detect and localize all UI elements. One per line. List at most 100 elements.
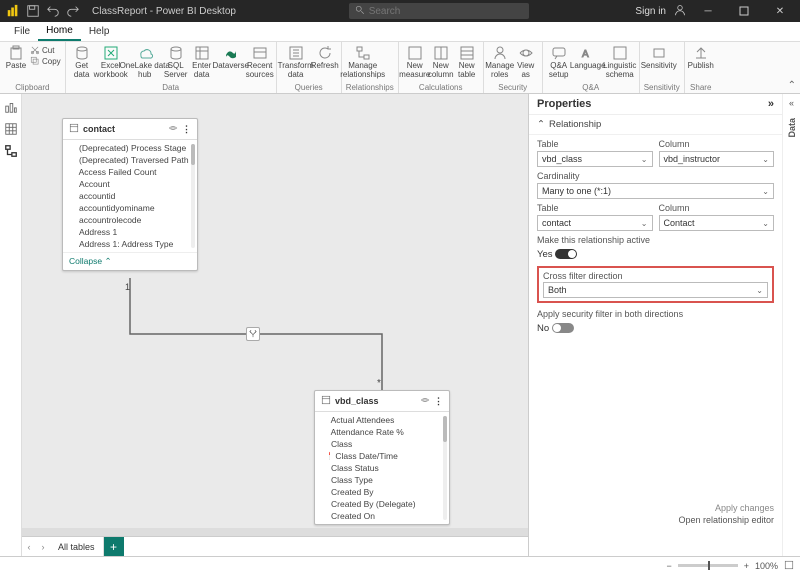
entity-vbd-class[interactable]: vbd_class ⋮ ∑ Actual Attendees∑ Attendan… xyxy=(314,390,450,525)
cardinality-select[interactable]: Many to one (*:1)⌄ xyxy=(537,183,774,199)
dataverse-button[interactable]: Dataverse xyxy=(216,45,246,80)
zoom-in-button[interactable]: + xyxy=(744,561,749,571)
sql-button[interactable]: SQL Server xyxy=(164,45,188,80)
scrollbar[interactable] xyxy=(443,416,447,520)
menu-home[interactable]: Home xyxy=(38,22,81,41)
field-item[interactable]: Address 1: Address Type xyxy=(77,238,197,250)
linguistic-button[interactable]: Linguistic schema xyxy=(605,45,635,80)
view-rail xyxy=(0,94,22,556)
manage-relationships-button[interactable]: Manage relationships xyxy=(346,45,380,80)
active-toggle[interactable] xyxy=(555,249,577,259)
field-item[interactable]: ∑ Access Failed Count xyxy=(77,166,197,178)
secfilter-toggle[interactable] xyxy=(552,323,574,333)
maximize-button[interactable] xyxy=(730,0,758,22)
new-table-button[interactable]: New table xyxy=(455,45,479,80)
save-icon[interactable] xyxy=(26,4,40,18)
collapse-icon[interactable]: « xyxy=(789,98,794,108)
data-pane-tab[interactable]: Data xyxy=(787,118,797,138)
field-item[interactable]: Address 1 xyxy=(77,226,197,238)
signin-link[interactable]: Sign in xyxy=(635,6,666,17)
table1-select[interactable]: vbd_class⌄ xyxy=(537,151,653,167)
transform-data-button[interactable]: Transform data xyxy=(281,45,311,80)
minimize-button[interactable]: ─ xyxy=(694,0,722,22)
more-icon[interactable]: ⋮ xyxy=(434,396,443,407)
paste-button[interactable]: Paste xyxy=(4,45,28,71)
field-item[interactable]: accountrolecode xyxy=(77,214,197,226)
sensitivity-button[interactable]: Sensitivity xyxy=(644,45,674,71)
collapse-link[interactable]: Collapse ⌃ xyxy=(63,252,197,270)
get-data-button[interactable]: Get data xyxy=(70,45,94,80)
cut-button[interactable]: Cut xyxy=(30,45,61,55)
field-item[interactable]: ∑ Actual Attendees xyxy=(329,414,449,426)
expand-icon[interactable]: » xyxy=(768,98,774,110)
close-button[interactable]: ✕ xyxy=(766,0,794,22)
apply-changes-link[interactable]: Apply changes xyxy=(537,502,774,514)
model-view-icon[interactable] xyxy=(4,144,18,158)
tab-all-tables[interactable]: All tables xyxy=(50,537,104,556)
field-item[interactable]: accountid xyxy=(77,190,197,202)
table2-select[interactable]: contact⌄ xyxy=(537,215,653,231)
titlebar: ClassReport - Power BI Desktop Sign in ─… xyxy=(0,0,800,22)
field-item[interactable]: Created By (Delegate) xyxy=(329,498,449,510)
field-item[interactable]: Class Type xyxy=(329,474,449,486)
scrollbar[interactable] xyxy=(191,144,195,248)
refresh-button[interactable]: Refresh xyxy=(313,45,337,80)
menu-file[interactable]: File xyxy=(6,22,38,41)
model-canvas[interactable]: 1 * contact ⋮ (Deprecated) Process Stage… xyxy=(22,94,528,556)
visibility-icon[interactable] xyxy=(420,395,430,407)
enter-data-button[interactable]: Enter data xyxy=(190,45,214,80)
report-view-icon[interactable] xyxy=(4,100,18,114)
view-as-button[interactable]: View as xyxy=(514,45,538,80)
relationship-filter-icon[interactable] xyxy=(246,327,260,341)
field-item[interactable]: (Deprecated) Process Stage xyxy=(77,142,197,154)
panel-title: Properties xyxy=(537,98,591,110)
canvas-scrollbar-h[interactable] xyxy=(22,528,528,536)
chevron-down-icon: ⌄ xyxy=(641,219,648,228)
field-item[interactable]: Account xyxy=(77,178,197,190)
onelake-button[interactable]: OneLake data hub xyxy=(128,45,162,80)
add-tab-button[interactable]: + xyxy=(104,537,124,556)
table2-label: Table xyxy=(537,203,653,213)
zoom-out-button[interactable]: − xyxy=(666,561,671,571)
statusbar: − + 100% xyxy=(0,556,800,574)
new-column-button[interactable]: New column xyxy=(429,45,453,80)
search-box[interactable] xyxy=(349,3,529,19)
crossfilter-select[interactable]: Both⌄ xyxy=(543,282,768,298)
field-item[interactable]: (Deprecated) Traversed Path xyxy=(77,154,197,166)
copy-button[interactable]: Copy xyxy=(30,56,61,66)
recent-sources-button[interactable]: Recent sources xyxy=(248,45,272,80)
chevron-down-icon: ⌄ xyxy=(762,155,769,164)
zoom-slider[interactable] xyxy=(678,564,738,567)
tab-prev[interactable]: ‹ xyxy=(22,542,36,552)
visibility-icon[interactable] xyxy=(168,123,178,135)
col1-select[interactable]: vbd_instructor⌄ xyxy=(659,151,775,167)
qa-setup-button[interactable]: Q&A setup xyxy=(547,45,571,80)
entity-contact[interactable]: contact ⋮ (Deprecated) Process Stage(Dep… xyxy=(62,118,198,271)
tabstrip: ‹ › All tables + xyxy=(22,536,528,556)
open-editor-link[interactable]: Open relationship editor xyxy=(537,514,774,526)
more-icon[interactable]: ⋮ xyxy=(182,124,191,135)
field-item[interactable]: Class xyxy=(329,438,449,450)
fit-to-page-icon[interactable] xyxy=(784,560,794,572)
undo-icon[interactable] xyxy=(46,4,60,18)
data-view-icon[interactable] xyxy=(4,122,18,136)
entity-title: contact xyxy=(83,124,115,134)
field-item[interactable]: Class Status xyxy=(329,462,449,474)
section-relationship[interactable]: ⌃ Relationship xyxy=(529,115,782,135)
manage-roles-button[interactable]: Manage roles xyxy=(488,45,512,80)
field-item[interactable]: accountidyominame xyxy=(77,202,197,214)
field-item[interactable]: 📅 Class Date/Time xyxy=(329,450,449,462)
ribbon-collapse-icon[interactable]: ⌃ xyxy=(788,80,796,91)
field-item[interactable]: Created On xyxy=(329,510,449,522)
publish-button[interactable]: Publish xyxy=(689,45,713,71)
new-measure-button[interactable]: New measure xyxy=(403,45,427,80)
redo-icon[interactable] xyxy=(66,4,80,18)
field-item[interactable]: ∑ Attendance Rate % xyxy=(329,426,449,438)
menu-help[interactable]: Help xyxy=(81,22,118,41)
language-button[interactable]: ALanguage xyxy=(573,45,603,80)
search-input[interactable] xyxy=(369,6,523,17)
user-icon[interactable] xyxy=(674,4,686,19)
tab-next[interactable]: › xyxy=(36,542,50,552)
field-item[interactable]: Created By xyxy=(329,486,449,498)
col2-select[interactable]: Contact⌄ xyxy=(659,215,775,231)
